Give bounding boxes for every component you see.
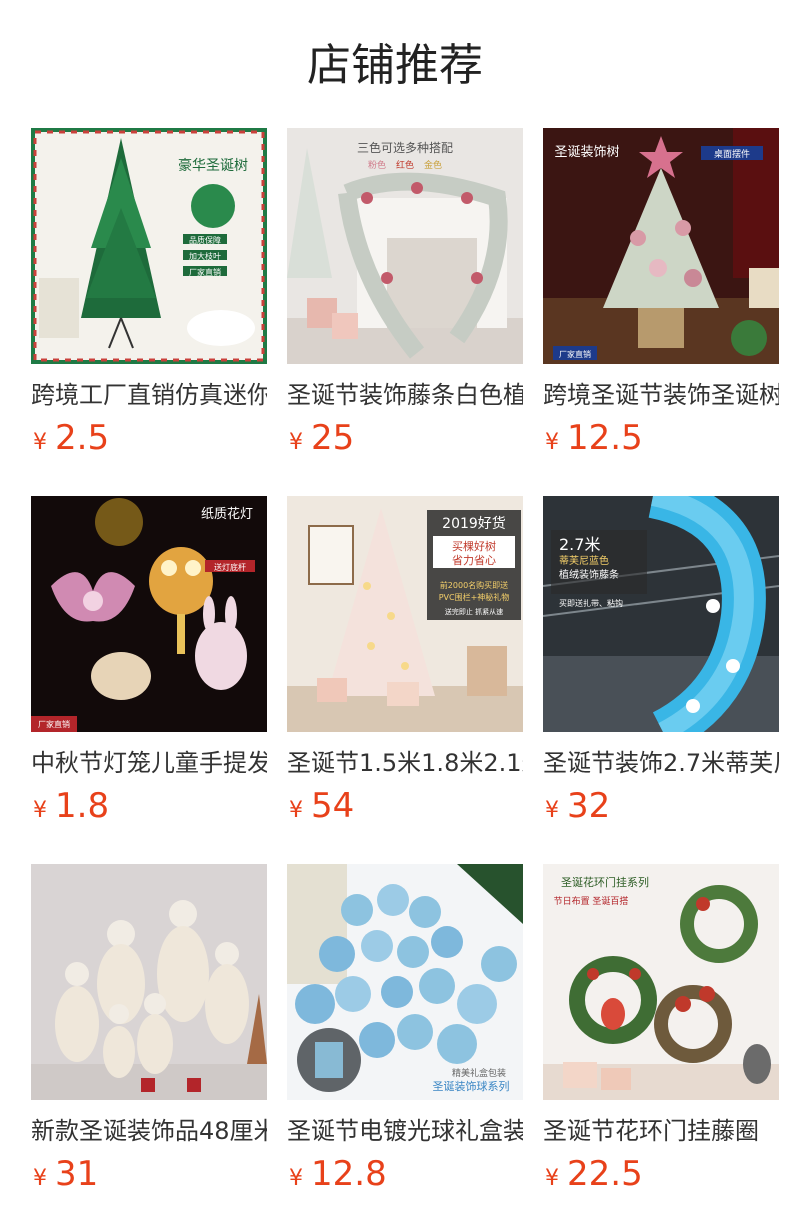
image-caption: 厂家直销: [38, 719, 70, 729]
price-value: 31: [55, 1154, 99, 1194]
price-value: 22.5: [567, 1154, 643, 1194]
image-caption: 植绒装饰藤条: [559, 568, 619, 581]
image-caption: 圣诞装饰树: [554, 145, 619, 160]
image-caption: 省力省心: [452, 554, 496, 567]
product-image-flocked-tree: 2019好货 买棵好树 省力省心 前2000名购买即送 PVC围栏+神秘礼物 送…: [287, 496, 523, 732]
image-caption: 买棵好树: [452, 539, 496, 553]
product-price: ¥ 12.8: [287, 1152, 387, 1196]
price-value: 2.5: [55, 418, 110, 458]
image-caption: 粉色: [368, 159, 386, 171]
product-price: ¥ 2.5: [31, 416, 109, 460]
product-name[interactable]: 跨境工厂直销仿真迷你圣诞树: [31, 378, 267, 412]
image-caption: 金色: [424, 159, 442, 171]
product-name[interactable]: 圣诞节花环门挂藤圈: [543, 1114, 779, 1148]
product-image[interactable]: 精美礼盒包装 圣诞装饰球系列: [287, 864, 523, 1100]
product-image[interactable]: 圣诞装饰树 桌面摆件 厂家直销: [543, 128, 779, 364]
product-image-wreaths: 圣诞花环门挂系列 节日布置 圣诞百搭: [543, 864, 779, 1100]
product-image-garland: 三色可选多种搭配 粉色 红色 金色: [287, 128, 523, 364]
currency-symbol: ¥: [33, 430, 47, 455]
product-image-snowmen: [31, 864, 267, 1100]
product-name[interactable]: 圣诞节装饰藤条白色植绒: [287, 378, 523, 412]
image-caption: 品质保障: [189, 235, 221, 245]
product-card[interactable]: 豪华圣诞树 品质保障 加大枝叶 厂家直销 跨境工厂直销仿真迷你圣诞树 ¥ 2.5: [31, 128, 267, 496]
currency-symbol: ¥: [545, 430, 559, 455]
product-name[interactable]: 中秋节灯笼儿童手提发光: [31, 746, 267, 780]
product-image[interactable]: 圣诞花环门挂系列 节日布置 圣诞百搭: [543, 864, 779, 1100]
image-caption: 买即送扎带、粘钩: [559, 598, 623, 608]
currency-symbol: ¥: [545, 798, 559, 823]
product-name[interactable]: 跨境圣诞节装饰圣诞树桌面摆件: [543, 378, 779, 412]
price-value: 1.8: [55, 786, 110, 826]
currency-symbol: ¥: [33, 798, 47, 823]
image-caption: 精美礼盒包装: [452, 1067, 506, 1079]
image-caption: 红色: [396, 159, 414, 171]
image-caption: 厂家直销: [189, 267, 221, 277]
product-price: ¥ 54: [287, 784, 354, 828]
image-caption: 前2000名购买即送: [440, 580, 508, 590]
product-image[interactable]: 三色可选多种搭配 粉色 红色 金色: [287, 128, 523, 364]
product-card[interactable]: 圣诞花环门挂系列 节日布置 圣诞百搭 圣诞节花环门挂藤圈 ¥ 22.5: [543, 864, 779, 1232]
image-caption: 圣诞装饰球系列: [433, 1079, 510, 1093]
product-price: ¥ 1.8: [31, 784, 109, 828]
product-card[interactable]: 新款圣诞装饰品48厘米雪人 ¥ 31: [31, 864, 267, 1232]
product-grid: 豪华圣诞树 品质保障 加大枝叶 厂家直销 跨境工厂直销仿真迷你圣诞树 ¥ 2.5: [31, 128, 790, 1232]
product-card[interactable]: 2019好货 买棵好树 省力省心 前2000名购买即送 PVC围栏+神秘礼物 送…: [287, 496, 523, 864]
image-caption: 节日布置 圣诞百搭: [554, 895, 629, 907]
price-value: 32: [567, 786, 611, 826]
currency-symbol: ¥: [33, 1166, 47, 1191]
image-caption: 送灯底杆: [214, 562, 246, 572]
product-price: ¥ 12.5: [543, 416, 643, 460]
product-card[interactable]: 2.7米 蒂芙尼蓝色 植绒装饰藤条 买即送扎带、粘钩 圣诞节装饰2.7米蒂芙尼蓝…: [543, 496, 779, 864]
product-image[interactable]: 豪华圣诞树 品质保障 加大枝叶 厂家直销: [31, 128, 267, 364]
product-image[interactable]: 纸质花灯 送灯底杆 厂家直销: [31, 496, 267, 732]
price-value: 54: [311, 786, 355, 826]
currency-symbol: ¥: [289, 430, 303, 455]
image-caption: 2019好货: [442, 515, 506, 532]
product-card[interactable]: 圣诞装饰树 桌面摆件 厂家直销 跨境圣诞节装饰圣诞树桌面摆件 ¥ 12.5: [543, 128, 779, 496]
product-price: ¥ 22.5: [543, 1152, 643, 1196]
product-price: ¥ 31: [31, 1152, 98, 1196]
price-value: 12.8: [311, 1154, 387, 1194]
currency-symbol: ¥: [289, 1166, 303, 1191]
product-card[interactable]: 三色可选多种搭配 粉色 红色 金色 圣诞节装饰藤条白色植绒 ¥ 25: [287, 128, 523, 496]
currency-symbol: ¥: [289, 798, 303, 823]
image-caption: 三色可选多种搭配: [357, 141, 453, 155]
product-price: ¥ 25: [287, 416, 354, 460]
image-caption: PVC围栏+神秘礼物: [439, 592, 510, 602]
image-caption: 圣诞花环门挂系列: [561, 875, 649, 889]
product-name[interactable]: 新款圣诞装饰品48厘米雪人: [31, 1114, 267, 1148]
product-image-ornament-balls: 精美礼盒包装 圣诞装饰球系列: [287, 864, 523, 1100]
product-name[interactable]: 圣诞节1.5米1.8米2.1米植绒圣诞树: [287, 746, 523, 780]
product-image[interactable]: 2.7米 蒂芙尼蓝色 植绒装饰藤条 买即送扎带、粘钩: [543, 496, 779, 732]
image-caption: 蒂芙尼蓝色: [559, 554, 609, 567]
currency-symbol: ¥: [545, 1166, 559, 1191]
product-image-christmas-tree: 豪华圣诞树 品质保障 加大枝叶 厂家直销: [31, 128, 267, 364]
product-image[interactable]: 2019好货 买棵好树 省力省心 前2000名购买即送 PVC围栏+神秘礼物 送…: [287, 496, 523, 732]
product-name[interactable]: 圣诞节电镀光球礼盒装: [287, 1114, 523, 1148]
product-card[interactable]: 精美礼盒包装 圣诞装饰球系列 圣诞节电镀光球礼盒装 ¥ 12.8: [287, 864, 523, 1232]
price-value: 12.5: [567, 418, 643, 458]
image-caption: 2.7米: [559, 535, 600, 554]
image-caption: 加大枝叶: [189, 251, 221, 261]
page-title: 店铺推荐: [307, 40, 483, 91]
image-caption: 桌面摆件: [714, 148, 750, 160]
image-caption: 厂家直销: [559, 349, 591, 359]
image-caption: 豪华圣诞树: [178, 158, 248, 174]
product-image[interactable]: [31, 864, 267, 1100]
product-image-blue-garland: 2.7米 蒂芙尼蓝色 植绒装饰藤条 买即送扎带、粘钩: [543, 496, 779, 732]
product-price: ¥ 32: [543, 784, 610, 828]
product-image-lanterns: 纸质花灯 送灯底杆 厂家直销: [31, 496, 267, 732]
price-value: 25: [311, 418, 355, 458]
image-caption: 纸质花灯: [201, 506, 253, 522]
image-caption: 送完即止 抓紧从速: [445, 607, 503, 616]
product-image-tabletop-tree: 圣诞装饰树 桌面摆件 厂家直销: [543, 128, 779, 364]
product-name[interactable]: 圣诞节装饰2.7米蒂芙尼蓝色: [543, 746, 779, 780]
product-card[interactable]: 纸质花灯 送灯底杆 厂家直销 中秋节灯笼儿童手提发光 ¥ 1.8: [31, 496, 267, 864]
